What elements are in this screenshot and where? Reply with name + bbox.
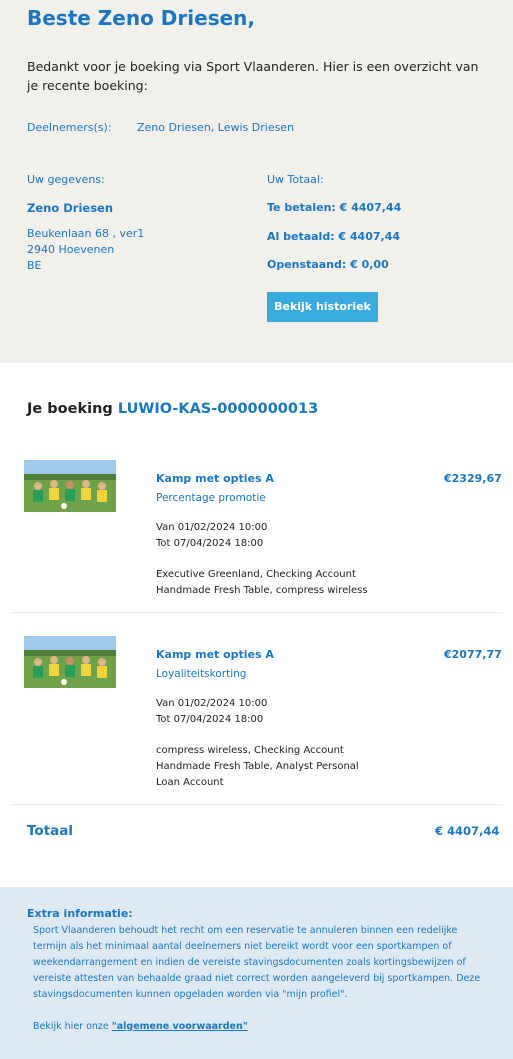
address-country: BE: [27, 259, 42, 272]
item-price: €2077,77: [444, 648, 502, 661]
terms-prefix: Bekijk hier onze: [33, 1021, 109, 1032]
item-divider: [10, 804, 503, 805]
total-value: € 4407,44: [435, 824, 500, 838]
item-options-line: compress wireless, Checking Account: [156, 745, 344, 756]
booking-title: Je boeking LUWIO-KAS-0000000013: [27, 401, 318, 417]
item-title[interactable]: Kamp met opties A: [156, 472, 274, 485]
item-date-from: Van 01/02/2024 10:00: [156, 698, 268, 709]
paid-amount: Al betaald: € 4407,44: [267, 230, 401, 243]
participants-value: Zeno Driesen, Lewis Driesen: [137, 121, 295, 134]
address-street: Beukenlaan 68 , ver1: [27, 227, 145, 240]
item-options: compress wireless, Checking Account Hand…: [156, 743, 359, 791]
item-divider: [10, 612, 503, 613]
extra-info-text: Sport Vlaanderen behoudt het recht om ee…: [33, 925, 481, 1000]
participants-label: Deelnemers(s):: [27, 121, 112, 134]
item-promo: Percentage promotie: [156, 492, 266, 504]
to-pay-amount: Te betalen: € 4407,44: [267, 201, 402, 214]
booking-summary-panel: Beste Zeno Driesen, Bedankt voor je boek…: [0, 0, 513, 363]
item-options-line: Handmade Fresh Table, compress wireless: [156, 585, 368, 596]
item-options-line: Executive Greenland, Checking Account: [156, 569, 356, 580]
item-promo: Loyaliteitskorting: [156, 668, 247, 680]
address-city: 2940 Hoevenen: [27, 243, 115, 256]
item-title[interactable]: Kamp met opties A: [156, 648, 274, 661]
item-options-line: Handmade Fresh Table, Analyst Personal: [156, 761, 359, 772]
customer-label: Uw gegevens:: [27, 173, 105, 186]
terms-line: Bekijk hier onze "algemene voorwaarden": [33, 1021, 248, 1032]
extra-info-title: Extra informatie:: [27, 907, 133, 920]
totals-label: Uw Totaal:: [267, 173, 324, 186]
item-date-to: Tot 07/04/2024 18:00: [156, 714, 264, 725]
item-options: Executive Greenland, Checking Account Ha…: [156, 567, 368, 599]
extra-info-panel: Extra informatie: Sport Vlaanderen behou…: [0, 887, 513, 1059]
item-date-from: Van 01/02/2024 10:00: [156, 522, 268, 533]
item-dates: Van 01/02/2024 10:00 Tot 07/04/2024 18:0…: [156, 520, 267, 552]
customer-address: Beukenlaan 68 , ver1 2940 Hoevenen BE: [27, 226, 144, 274]
item-price: €2329,67: [444, 472, 502, 485]
item-dates: Van 01/02/2024 10:00 Tot 07/04/2024 18:0…: [156, 696, 267, 728]
booking-code: LUWIO-KAS-0000000013: [117, 401, 319, 417]
item-date-to: Tot 07/04/2024 18:00: [156, 538, 264, 549]
camp-photo: [24, 460, 116, 512]
booking-title-label: Je boeking: [27, 401, 113, 417]
item-options-line: Loan Account: [156, 777, 224, 788]
customer-name: Zeno Driesen: [27, 201, 114, 215]
view-history-button[interactable]: Bekijk historiek: [267, 292, 378, 322]
camp-photo: [24, 636, 116, 688]
outstanding-amount: Openstaand: € 0,00: [267, 258, 389, 271]
total-label: Totaal: [27, 823, 73, 839]
terms-link[interactable]: "algemene voorwaarden": [112, 1021, 248, 1032]
greeting-heading: Beste Zeno Driesen,: [27, 6, 255, 30]
intro-text: Bedankt voor je boeking via Sport Vlaand…: [27, 59, 479, 93]
